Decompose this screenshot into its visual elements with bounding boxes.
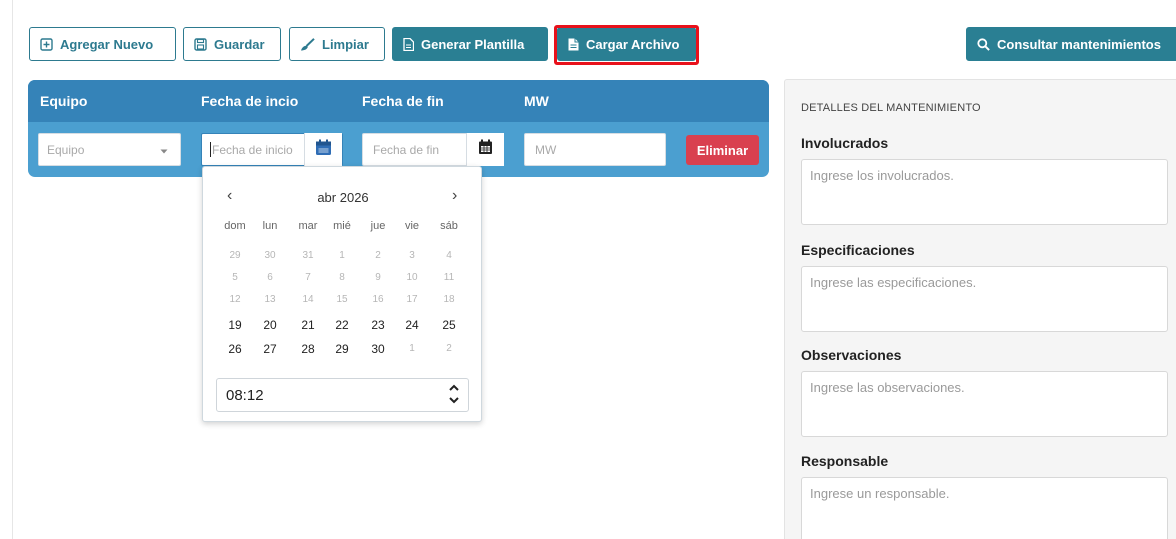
generate-template-button[interactable]: Generar Plantilla [392, 27, 548, 61]
chevron-up-down-icon [449, 384, 459, 404]
observaciones-label: Observaciones [801, 347, 902, 363]
start-date-placeholder: Fecha de inicio [212, 142, 293, 157]
day-cell[interactable]: 1 [397, 343, 427, 354]
floppy-disk-icon [194, 37, 207, 51]
especificaciones-placeholder: Ingrese las especificaciones. [810, 275, 977, 290]
time-spinner[interactable] [448, 382, 460, 409]
day-cell[interactable]: 14 [293, 294, 323, 305]
especificaciones-textarea[interactable]: Ingrese las especificaciones. [801, 266, 1168, 332]
day-cell[interactable]: 29 [220, 250, 250, 261]
time-value: 08:12 [226, 386, 264, 404]
add-new-button[interactable]: Agregar Nuevo [29, 27, 176, 61]
responsable-textarea[interactable]: Ingrese un responsable. [801, 477, 1168, 539]
day-cell[interactable]: 2 [434, 343, 464, 354]
day-cell[interactable]: 29 [327, 342, 357, 356]
day-cell[interactable]: 22 [327, 318, 357, 332]
header-end-date: Fecha de fin [362, 93, 444, 109]
save-button[interactable]: Guardar [183, 27, 281, 61]
generate-template-label: Generar Plantilla [421, 36, 525, 52]
day-cell[interactable]: 6 [255, 272, 285, 283]
day-cell[interactable]: 23 [363, 318, 393, 332]
day-cell[interactable]: 30 [255, 250, 285, 261]
day-cell[interactable]: 1 [327, 250, 357, 261]
day-cell[interactable]: 9 [363, 272, 393, 283]
page-left-border [12, 0, 13, 539]
equipo-select-value: Equipo [47, 142, 85, 157]
day-cell[interactable]: 15 [327, 294, 357, 305]
day-cell[interactable]: 26 [220, 342, 250, 356]
details-title: DETALLES DEL MANTENIMIENTO [801, 102, 981, 114]
end-calendar-button[interactable] [466, 133, 504, 166]
calendar-icon [478, 139, 493, 160]
day-cell[interactable]: 20 [255, 318, 285, 332]
query-maintenance-label: Consultar mantenimientos [997, 36, 1161, 52]
equipo-select[interactable]: Equipo [38, 133, 181, 166]
next-month-button[interactable]: › [452, 187, 457, 205]
text-cursor [210, 142, 211, 157]
weekday-label: mié [333, 220, 351, 232]
day-cell[interactable]: 25 [434, 318, 464, 332]
day-cell[interactable]: 10 [397, 272, 427, 283]
day-cell[interactable]: 11 [434, 272, 464, 283]
start-calendar-button[interactable] [304, 133, 342, 166]
caret-down-icon [160, 144, 168, 158]
day-cell[interactable]: 24 [397, 318, 427, 332]
involucrados-placeholder: Ingrese los involucrados. [810, 168, 954, 183]
delete-button[interactable]: Eliminar [686, 135, 759, 165]
datepicker-popup: ‹ abr 2026 › dom lun mar mié jue vie sáb… [202, 166, 482, 422]
day-cell[interactable]: 8 [327, 272, 357, 283]
month-label: abr 2026 [317, 190, 369, 205]
observaciones-textarea[interactable]: Ingrese las observaciones. [801, 371, 1168, 437]
weekday-label: sáb [440, 220, 458, 232]
day-cell[interactable]: 3 [397, 250, 427, 261]
time-input[interactable]: 08:12 [216, 378, 469, 412]
day-cell[interactable]: 12 [220, 294, 250, 305]
search-icon [977, 37, 990, 51]
upload-file-highlight [554, 25, 699, 65]
day-cell[interactable]: 27 [255, 342, 285, 356]
brush-icon [300, 37, 315, 51]
clear-label: Limpiar [322, 36, 369, 52]
day-cell[interactable]: 18 [434, 294, 464, 305]
involucrados-label: Involucrados [801, 135, 889, 151]
end-date-placeholder: Fecha de fin [373, 142, 440, 157]
weekday-label: mar [298, 220, 318, 232]
add-new-label: Agregar Nuevo [60, 36, 154, 52]
day-cell[interactable]: 7 [293, 272, 323, 283]
day-cell[interactable]: 31 [293, 250, 323, 261]
clear-button[interactable]: Limpiar [289, 27, 385, 61]
responsable-placeholder: Ingrese un responsable. [810, 486, 950, 501]
mw-input[interactable]: MW [524, 133, 666, 166]
especificaciones-label: Especificaciones [801, 242, 915, 258]
day-cell[interactable]: 17 [397, 294, 427, 305]
day-cell[interactable]: 5 [220, 272, 250, 283]
weekday-label: lun [262, 220, 278, 232]
day-cell[interactable]: 30 [363, 342, 393, 356]
save-label: Guardar [214, 36, 265, 52]
calendar-icon [315, 139, 332, 161]
day-cell[interactable]: 16 [363, 294, 393, 305]
header-mw: MW [524, 93, 549, 109]
weekday-label: jue [370, 220, 386, 232]
header-equipo: Equipo [40, 93, 88, 109]
header-start-date: Fecha de incio [201, 93, 299, 109]
day-cell[interactable]: 21 [293, 318, 323, 332]
weekday-label: vie [404, 220, 420, 232]
involucrados-textarea[interactable]: Ingrese los involucrados. [801, 159, 1168, 225]
day-cell[interactable]: 4 [434, 250, 464, 261]
query-maintenance-button[interactable]: Consultar mantenimientos [966, 27, 1176, 61]
plus-square-icon [40, 37, 53, 51]
document-icon [403, 37, 414, 51]
day-cell[interactable]: 19 [220, 318, 250, 332]
weekday-label: dom [224, 220, 246, 232]
day-cell[interactable]: 2 [363, 250, 393, 261]
observaciones-placeholder: Ingrese las observaciones. [810, 380, 965, 395]
day-cell[interactable]: 28 [293, 342, 323, 356]
responsable-label: Responsable [801, 453, 889, 469]
day-cell[interactable]: 13 [255, 294, 285, 305]
mw-placeholder: MW [535, 142, 557, 157]
